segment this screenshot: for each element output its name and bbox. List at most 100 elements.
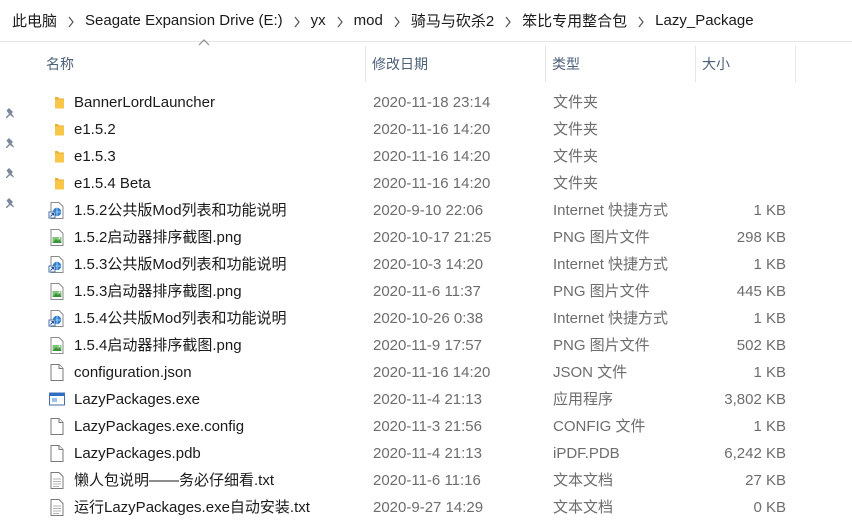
file-name: BannerLordLauncher: [74, 94, 215, 111]
sort-ascending-icon: [198, 39, 210, 46]
file-row[interactable]: 1.5.3启动器排序截图.png 2020-11-6 11:37 PNG 图片文件 4…: [24, 278, 844, 305]
file-list: BannerLordLauncher 2020-11-18 23:14 文件夹 e1…: [24, 89, 844, 521]
pin-icon[interactable]: [4, 196, 18, 210]
file-modified: 2020-10-3 14:20: [373, 256, 484, 273]
file-type: 文件夹: [553, 148, 599, 165]
file-name: 懒人包说明——务必仔细看.txt: [74, 472, 275, 489]
generic-file-icon: [48, 417, 66, 436]
file-row[interactable]: e1.5.2 2020-11-16 14:20 文件夹: [24, 116, 844, 143]
file-row[interactable]: configuration.json 2020-11-16 14:20 JSON 文…: [24, 359, 844, 386]
breadcrumb: 此电脑 Seagate Expansion Drive (E:) yx mod …: [0, 0, 852, 42]
file-type: 应用程序: [553, 391, 614, 408]
file-row[interactable]: 1.5.4启动器排序截图.png 2020-11-9 17:57 PNG 图片文件 5…: [24, 332, 844, 359]
file-size: 298 KB: [736, 229, 786, 246]
file-type: Internet 快捷方式: [553, 256, 669, 273]
png-image-icon: [48, 282, 66, 301]
file-name: LazyPackages.pdb: [74, 445, 201, 462]
file-name: e1.5.4 Beta: [74, 175, 151, 192]
file-type: Internet 快捷方式: [553, 202, 669, 219]
file-modified: 2020-11-6 11:16: [373, 472, 481, 489]
file-type: PNG 图片文件: [553, 229, 650, 246]
text-file-icon: [48, 471, 66, 490]
file-row[interactable]: LazyPackages.exe.config 2020-11-3 21:56 CO…: [24, 413, 844, 440]
column-header-type[interactable]: 类型: [546, 46, 696, 82]
chevron-right-icon[interactable]: [631, 13, 651, 28]
png-image-icon: [48, 336, 66, 355]
file-type: iPDF.PDB: [553, 445, 620, 462]
column-header-modified[interactable]: 修改日期: [366, 46, 546, 82]
file-row[interactable]: BannerLordLauncher 2020-11-18 23:14 文件夹: [24, 89, 844, 116]
file-modified: 2020-11-16 14:20: [373, 175, 491, 192]
file-row[interactable]: 运行LazyPackages.exe自动安装.txt 2020-9-27 14:2…: [24, 494, 844, 521]
column-header-name[interactable]: 名称: [40, 46, 366, 82]
file-name: 1.5.3启动器排序截图.png: [74, 283, 242, 300]
column-header-row: 名称 修改日期 类型 大小: [24, 39, 844, 82]
file-name: 1.5.2公共版Mod列表和功能说明: [74, 202, 287, 219]
file-name: 运行LazyPackages.exe自动安装.txt: [74, 499, 310, 516]
column-header-size[interactable]: 大小: [696, 46, 796, 82]
breadcrumb-item-mod[interactable]: mod: [350, 12, 387, 29]
file-name: 1.5.4启动器排序截图.png: [74, 337, 242, 354]
png-image-icon: [48, 228, 66, 247]
file-row[interactable]: 懒人包说明——务必仔细看.txt 2020-11-6 11:16 文本文档 27 KB: [24, 467, 844, 494]
pin-icon[interactable]: [4, 106, 18, 120]
chevron-right-icon[interactable]: [287, 13, 307, 28]
file-size: 27 KB: [745, 472, 786, 489]
file-row[interactable]: e1.5.4 Beta 2020-11-16 14:20 文件夹: [24, 170, 844, 197]
file-type: 文件夹: [553, 175, 599, 192]
chevron-right-icon[interactable]: [387, 13, 407, 28]
file-row[interactable]: 1.5.4公共版Mod列表和功能说明 2020-10-26 0:38 Interne…: [24, 305, 844, 332]
file-modified: 2020-9-10 22:06: [373, 202, 484, 219]
text-file-icon: [48, 498, 66, 517]
application-icon: [48, 390, 66, 409]
breadcrumb-item-game[interactable]: 骑马与砍杀2: [407, 10, 498, 31]
breadcrumb-item-drive[interactable]: Seagate Expansion Drive (E:): [81, 12, 287, 29]
file-type: 文本文档: [553, 499, 614, 516]
file-name: LazyPackages.exe.config: [74, 418, 245, 435]
file-size: 502 KB: [736, 337, 786, 354]
file-modified: 2020-11-16 14:20: [373, 121, 491, 138]
internet-shortcut-icon: [48, 255, 66, 274]
chevron-right-icon[interactable]: [61, 13, 81, 28]
file-modified: 2020-11-4 21:13: [373, 445, 482, 462]
folder-icon: [48, 93, 66, 112]
file-type: JSON 文件: [553, 364, 628, 381]
file-type: 文件夹: [553, 121, 599, 138]
breadcrumb-item-lazy-package[interactable]: Lazy_Package: [651, 12, 757, 29]
pin-icon[interactable]: [4, 166, 18, 180]
folder-icon: [48, 174, 66, 193]
file-size: 3,802 KB: [724, 391, 786, 408]
file-modified: 2020-11-4 21:13: [373, 391, 482, 408]
file-size: 1 KB: [753, 418, 786, 435]
file-modified: 2020-9-27 14:29: [373, 499, 484, 516]
file-name: LazyPackages.exe: [74, 391, 200, 408]
file-modified: 2020-11-3 21:56: [373, 418, 482, 435]
pin-icon[interactable]: [4, 136, 18, 150]
file-modified: 2020-11-16 14:20: [373, 148, 491, 165]
chevron-right-icon[interactable]: [498, 13, 518, 28]
file-type: PNG 图片文件: [553, 337, 650, 354]
file-row[interactable]: LazyPackages.exe 2020-11-4 21:13 应用程序 3,802…: [24, 386, 844, 413]
file-row[interactable]: e1.5.3 2020-11-16 14:20 文件夹: [24, 143, 844, 170]
breadcrumb-item-this-pc[interactable]: 此电脑: [8, 10, 61, 31]
breadcrumb-item-package[interactable]: 笨比专用整合包: [518, 10, 631, 31]
file-row[interactable]: LazyPackages.pdb 2020-11-4 21:13 iPDF.PDB 6…: [24, 440, 844, 467]
file-type: CONFIG 文件: [553, 418, 646, 435]
file-row[interactable]: 1.5.2公共版Mod列表和功能说明 2020-9-10 22:06 Interne…: [24, 197, 844, 224]
file-modified: 2020-11-18 23:14: [373, 94, 491, 111]
file-modified: 2020-11-9 17:57: [373, 337, 482, 354]
file-modified: 2020-11-6 11:37: [373, 283, 481, 300]
breadcrumb-item-yx[interactable]: yx: [307, 12, 330, 29]
file-type: 文本文档: [553, 472, 614, 489]
file-modified: 2020-10-26 0:38: [373, 310, 484, 327]
chevron-right-icon[interactable]: [330, 13, 350, 28]
file-row[interactable]: 1.5.2启动器排序截图.png 2020-10-17 21:25 PNG 图片文件…: [24, 224, 844, 251]
file-name: e1.5.2: [74, 121, 116, 138]
generic-file-icon: [48, 444, 66, 463]
file-modified: 2020-11-16 14:20: [373, 364, 491, 381]
internet-shortcut-icon: [48, 201, 66, 220]
navigation-pane-edge: [0, 42, 24, 527]
file-row[interactable]: 1.5.3公共版Mod列表和功能说明 2020-10-3 14:20 Interne…: [24, 251, 844, 278]
folder-icon: [48, 147, 66, 166]
generic-file-icon: [48, 363, 66, 382]
